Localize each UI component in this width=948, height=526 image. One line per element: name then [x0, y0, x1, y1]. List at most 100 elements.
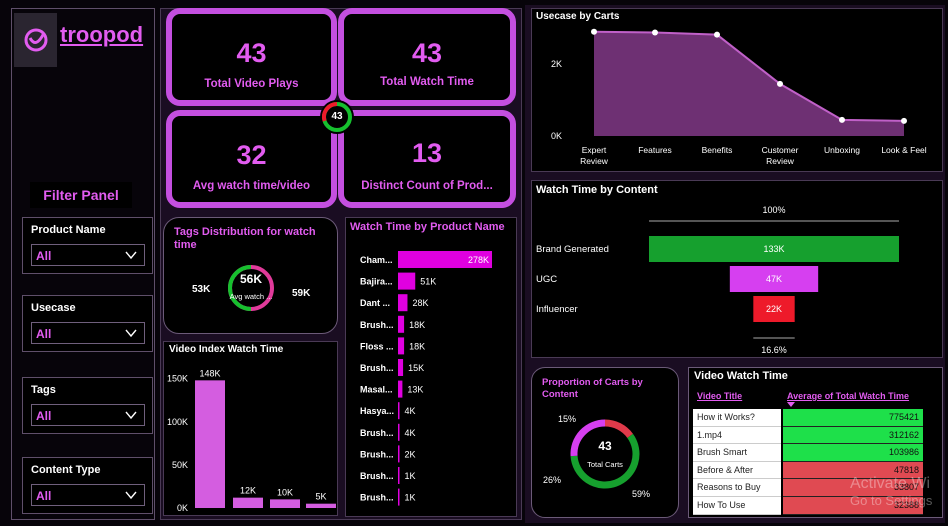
- kpi-total-video-plays[interactable]: 43 Total Video Plays: [166, 8, 337, 106]
- product-value-label: 18K: [409, 320, 425, 330]
- kpi-value: 43: [236, 38, 267, 68]
- content-type-dropdown[interactable]: All: [31, 484, 145, 506]
- filter-label: Usecase: [31, 302, 76, 314]
- product-value-label: 15K: [408, 363, 424, 373]
- kpi-total-watch-time[interactable]: 43 Total Watch Time: [338, 8, 516, 106]
- x-tick-label: Unboxing: [824, 145, 860, 155]
- funnel-value-label: 47K: [766, 274, 782, 284]
- usecase-dropdown[interactable]: All: [31, 322, 145, 344]
- dropdown-value: All: [36, 409, 52, 423]
- kpi-label: Total Watch Time: [380, 76, 474, 88]
- kpi-label: Avg watch time/video: [192, 180, 311, 192]
- usecase-point: [591, 28, 597, 35]
- tags-center-value: 56K: [239, 272, 262, 286]
- x-tick-label: Benefits: [702, 145, 733, 155]
- kpi-value: 32: [236, 140, 267, 170]
- usecase-point: [652, 29, 658, 36]
- product-name-label: Brush...: [360, 363, 394, 373]
- content-type-filter: Content Type All: [22, 457, 153, 514]
- tags-donut-chart: [228, 265, 274, 311]
- kpi-center-ring: 43: [320, 100, 354, 134]
- watch-content-card: Watch Time by Content 100% Brand Generate…: [531, 180, 943, 358]
- bar-value-label: 10K: [277, 487, 293, 497]
- funnel-category-label: UGC: [536, 274, 557, 285]
- kpi-value: 13: [411, 138, 443, 168]
- kpi-avg-watch-time[interactable]: 32 Avg watch time/video: [166, 110, 337, 208]
- product-name-label: Masal...: [360, 385, 393, 395]
- product-name-label: Bajira...: [360, 277, 393, 287]
- table-row[interactable]: How it Works? 775421: [693, 409, 941, 427]
- video-index-chart: 150K 100K 50K 0K 148K 12K 10K 5K: [167, 368, 336, 513]
- kpi-distinct-products[interactable]: 13 Distinct Count of Prod...: [338, 110, 516, 208]
- tags-right-label: 59K: [292, 288, 311, 299]
- usecase-point: [839, 116, 845, 123]
- x-tick-label: Features: [638, 145, 672, 155]
- product-bar: [398, 488, 400, 506]
- y-tick-label: 0K: [551, 131, 562, 141]
- video-index-bar: [270, 499, 300, 508]
- troopod-logo-icon: [24, 28, 48, 52]
- product-bar: [398, 337, 405, 355]
- table-row[interactable]: 1.mp4 312162: [693, 426, 941, 445]
- filter-label: Content Type: [31, 464, 101, 476]
- dropdown-value: All: [36, 249, 52, 263]
- tags-title: Tags Distribution for watch time: [174, 226, 316, 251]
- watermark-line2: Go to Settings: [850, 493, 933, 508]
- product-value-label: 278K: [468, 255, 489, 265]
- video-table-title: Video Watch Time: [694, 370, 788, 382]
- product-name-label: Cham...: [360, 255, 393, 265]
- chevron-down-icon: [125, 251, 137, 260]
- usecase-point: [777, 80, 783, 87]
- brand-name[interactable]: troopod: [60, 22, 143, 48]
- col-header-value[interactable]: Average of Total Watch Time: [787, 391, 909, 401]
- tags-distribution-card: Tags Distribution for watch time 56K Avg…: [163, 217, 338, 334]
- video-title-cell: Reasons to Buy: [693, 479, 781, 497]
- table-row[interactable]: Brush Smart 103986: [693, 444, 941, 462]
- product-value-label: 4K: [405, 428, 416, 438]
- video-title-cell: Brush Smart: [693, 444, 781, 462]
- col-header-title[interactable]: Video Title: [697, 391, 742, 401]
- product-name-label: Hasya...: [360, 406, 394, 416]
- product-value-label: 1K: [405, 471, 416, 481]
- product-name-label: Brush...: [360, 320, 394, 330]
- product-watch-card: Watch Time by Product Name Cham... 278K Ba…: [345, 217, 517, 517]
- video-title-cell: How To Use: [693, 497, 781, 515]
- product-bar: [398, 423, 400, 441]
- product-bar: [398, 294, 408, 312]
- video-title-cell: Before & After: [693, 461, 781, 480]
- product-bar: [398, 380, 403, 398]
- carts-center-label: Total Carts: [587, 460, 623, 469]
- tags-dropdown[interactable]: All: [31, 404, 145, 426]
- funnel-category-label: Influencer: [536, 304, 578, 315]
- logo: [14, 13, 57, 67]
- filter-label: Product Name: [31, 224, 106, 236]
- usecase-filter: Usecase All: [22, 295, 153, 352]
- y-tick-label: 100K: [167, 417, 188, 427]
- product-name-label: Floss ...: [360, 341, 394, 351]
- product-bar: [398, 272, 416, 290]
- product-value-label: 51K: [420, 277, 436, 287]
- chevron-down-icon: [125, 329, 137, 338]
- funnel-top-label: 100%: [762, 205, 785, 215]
- video-index-bar: [195, 380, 225, 508]
- filter-panel-title: Filter Panel: [43, 187, 119, 203]
- product-value-label: 28K: [412, 298, 428, 308]
- product-watch-chart: Cham... 278K Bajira... 51K Dant ... 28K Brush.…: [360, 251, 492, 506]
- usecase-card: Usecase by Carts 2K 0K Expert Review Feature…: [531, 8, 943, 172]
- y-tick-label: 50K: [172, 460, 188, 470]
- product-name-dropdown[interactable]: All: [31, 244, 145, 266]
- bar-value-label: 148K: [199, 368, 220, 378]
- product-bar: [398, 402, 400, 420]
- product-bar: [398, 467, 400, 484]
- center-ring-value: 43: [331, 111, 343, 122]
- kpi-label: Total Video Plays: [204, 78, 299, 90]
- slice-label: 59%: [632, 489, 651, 499]
- tags-filter: Tags All: [22, 377, 153, 434]
- funnel-bottom-label: 16.6%: [761, 345, 787, 355]
- carts-center-value: 43: [598, 439, 612, 453]
- dropdown-value: All: [36, 489, 52, 503]
- product-value-label: 4K: [405, 406, 416, 416]
- product-value-label: 13K: [407, 385, 423, 395]
- filter-label: Tags: [31, 384, 56, 396]
- product-value-label: 1K: [405, 493, 416, 503]
